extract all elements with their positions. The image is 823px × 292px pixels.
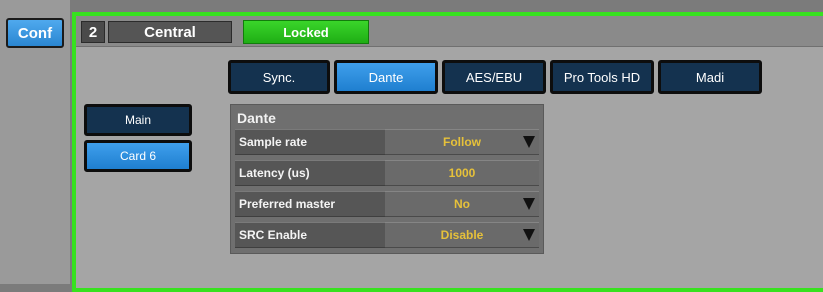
channel-index: 2 [81,21,105,43]
setting-row-src-enable: SRC Enable Disable [235,222,539,248]
left-rail: Conf [0,0,70,284]
header-strip: 2 Central Locked [76,16,823,47]
panel-title: Dante [237,110,276,126]
tab-dante[interactable]: Dante [334,60,438,94]
dropdown-arrow-icon [523,136,535,148]
preferred-master-dropdown[interactable]: No [385,191,539,217]
dropdown-arrow-icon [523,229,535,241]
setting-label: SRC Enable [235,222,385,248]
card-6-button[interactable]: Card 6 [84,140,192,172]
device-name[interactable]: Central [108,21,232,43]
tab-sync[interactable]: Sync. [228,60,330,94]
card-selector: Main Card 6 [84,104,192,176]
lock-status-badge: Locked [243,20,369,44]
setting-label: Preferred master [235,191,385,217]
setting-row-preferred-master: Preferred master No [235,191,539,217]
dante-settings-panel: Dante Sample rate Follow Latency (us) 10… [230,104,544,254]
dropdown-arrow-icon [523,198,535,210]
setting-value: Follow [443,135,481,149]
setting-row-latency: Latency (us) 1000 [235,160,539,186]
tab-pro-tools-hd[interactable]: Pro Tools HD [550,60,654,94]
protocol-tabs: Sync. Dante AES/EBU Pro Tools HD Madi [228,60,780,94]
main-frame: 2 Central Locked Sync. Dante AES/EBU Pro… [72,12,823,292]
setting-row-sample-rate: Sample rate Follow [235,129,539,155]
src-enable-dropdown[interactable]: Disable [385,222,539,248]
setting-value: No [454,197,470,211]
latency-field[interactable]: 1000 [385,160,539,186]
setting-label: Sample rate [235,129,385,155]
setting-value: 1000 [448,166,476,180]
conf-tab[interactable]: Conf [6,18,64,48]
setting-value: Disable [440,228,484,242]
setting-label: Latency (us) [235,160,385,186]
tab-aes-ebu[interactable]: AES/EBU [442,60,546,94]
tab-madi[interactable]: Madi [658,60,762,94]
main-button[interactable]: Main [84,104,192,136]
sample-rate-dropdown[interactable]: Follow [385,129,539,155]
